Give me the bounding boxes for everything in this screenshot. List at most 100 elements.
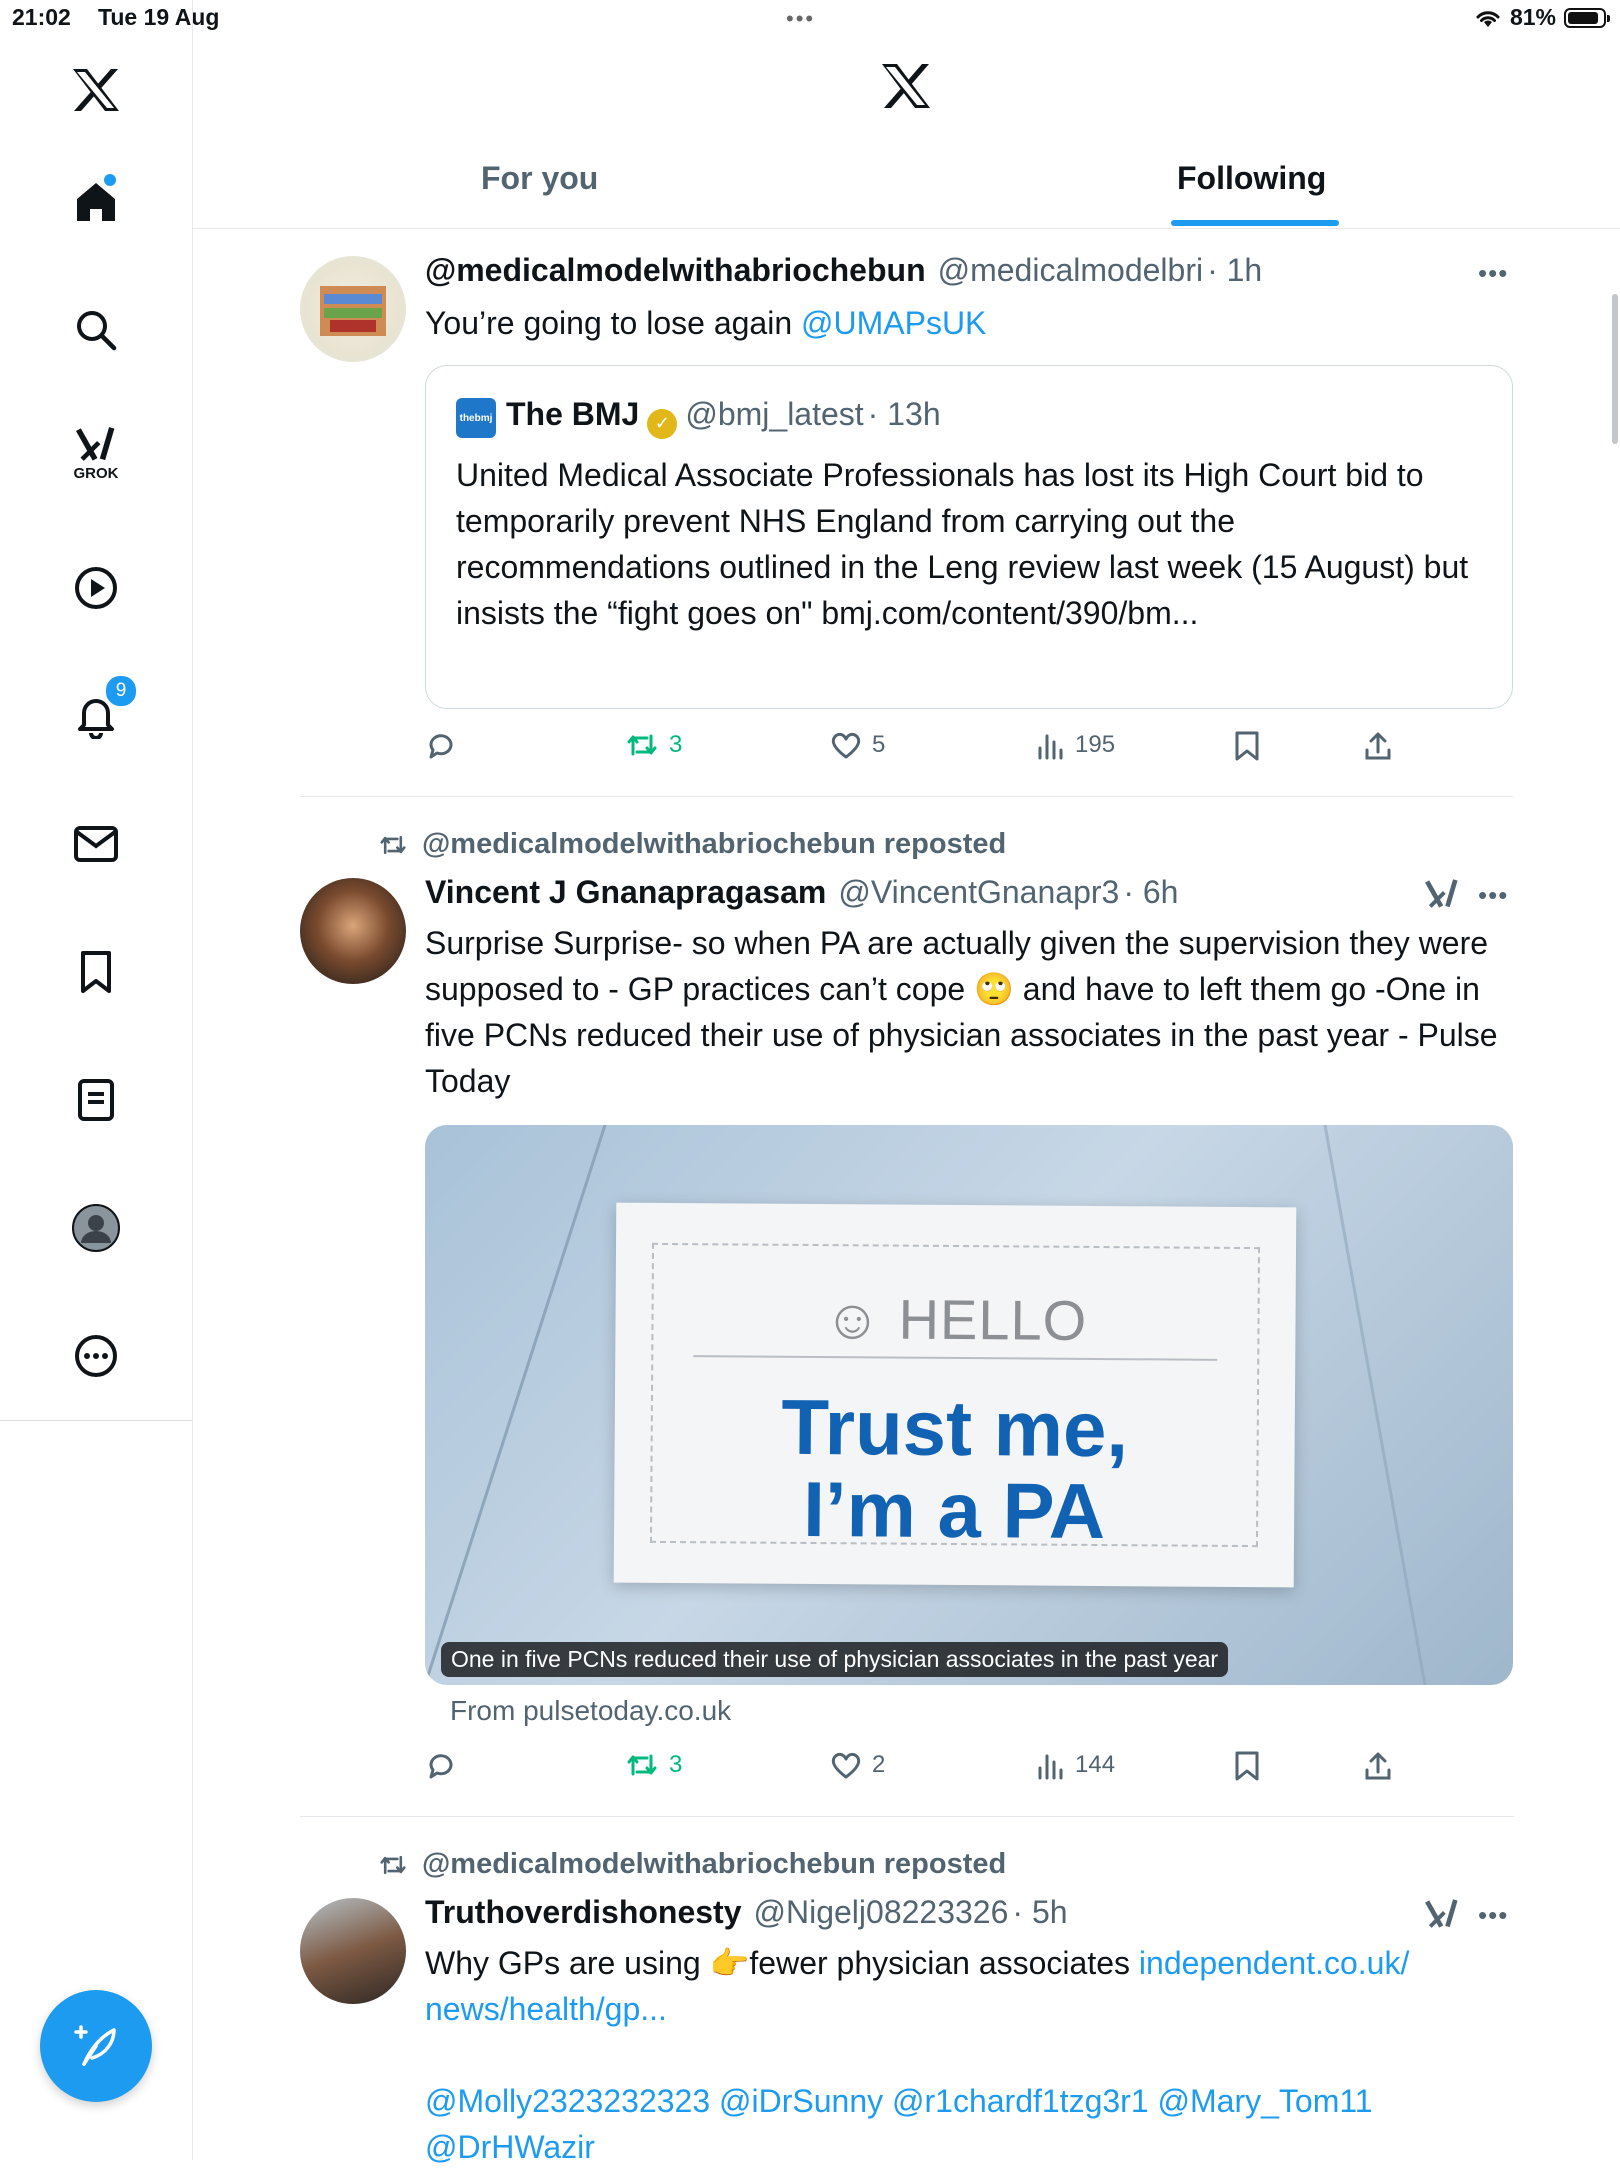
notifications-bell-icon[interactable]: 9 [68, 674, 138, 744]
post1-repost-button[interactable]: 3 [625, 730, 682, 760]
post1-text: You’re going to lose again @UMAPsUK [425, 300, 986, 346]
views-chart-icon [1038, 734, 1063, 760]
badge-hello-text: ☺ HELLO [823, 1287, 1088, 1352]
post-divider [300, 1816, 1514, 1817]
post1-text-body: You’re going to lose again [425, 305, 801, 341]
video-play-icon[interactable] [68, 560, 124, 616]
post3-link-part2[interactable]: news/health/gp... [425, 1991, 667, 2027]
messages-envelope-icon[interactable] [68, 816, 124, 872]
post1-bookmark-button[interactable] [1233, 730, 1261, 762]
home-unread-dot [104, 174, 116, 186]
repost-icon [627, 734, 657, 756]
post2-view-count: 144 [1075, 1751, 1116, 1778]
post2-avatar[interactable] [300, 878, 406, 984]
post3-time: · 5h [1012, 1894, 1068, 1930]
quote-author-handle: @bmj_latest [685, 396, 864, 432]
post1-author-handle[interactable]: @medicalmodelbri [938, 252, 1203, 289]
wifi-icon [1476, 10, 1500, 27]
bmj-logo: thebmj [456, 398, 496, 438]
heart-icon [831, 732, 861, 759]
grok-icon [76, 427, 115, 461]
grok-label: GROK [73, 465, 119, 482]
card-caption: One in five PCNs reduced their use of ph… [441, 1642, 1229, 1677]
post1-view-count: 195 [1075, 731, 1116, 758]
post2-repost-context: @medicalmodelwithabriochebun reposted [378, 828, 1006, 861]
post2-actions: 3 2 144 [425, 1750, 1425, 1790]
post2-share-button[interactable] [1363, 1750, 1393, 1782]
post2-grok-icon[interactable] [1424, 876, 1460, 917]
verified-badge-icon: ✓ [647, 408, 678, 439]
more-options-icon[interactable] [68, 1328, 124, 1384]
repost-icon [627, 1754, 657, 1776]
post1-views-button[interactable]: 195 [1035, 730, 1115, 760]
post1-actions: 3 5 195 [425, 730, 1425, 770]
post1-share-button[interactable] [1363, 730, 1393, 762]
post3-avatar[interactable] [300, 1898, 406, 2004]
post2-author-handle[interactable]: @VincentGnanapr3 [838, 874, 1119, 911]
share-icon [1365, 1752, 1391, 1780]
post2-repost-by[interactable]: @medicalmodelwithabriochebun reposted [422, 828, 1006, 861]
post2-repost-button[interactable]: 3 [625, 1750, 682, 1780]
tab-following[interactable]: Following [1177, 160, 1326, 197]
quote-time: · 13h [867, 396, 941, 432]
post1-avatar[interactable] [300, 256, 406, 362]
x-logo-icon[interactable] [68, 62, 124, 118]
active-tab-indicator [1171, 220, 1339, 226]
post2-like-button[interactable]: 2 [830, 1750, 885, 1780]
battery-percent: 81% [1509, 4, 1556, 30]
reply-icon [429, 734, 453, 759]
post1-time: · 1h [1207, 252, 1263, 288]
battery-icon [1564, 7, 1610, 28]
compose-post-button[interactable] [40, 1990, 152, 2102]
post1-reply-button[interactable] [425, 730, 467, 762]
search-icon[interactable] [68, 302, 124, 358]
post1-repost-count: 3 [669, 731, 683, 758]
multitask-dots[interactable]: ••• [786, 6, 815, 32]
post3-author-name[interactable]: Truthoverdishonesty [425, 1894, 742, 1931]
bookmarks-icon[interactable] [68, 944, 124, 1000]
post1-like-button[interactable]: 5 [830, 730, 885, 760]
sidebar: GROK 9 [0, 0, 193, 2160]
grok-nav[interactable]: GROK [68, 426, 124, 482]
post2-link-card-image[interactable]: ☺ HELLO Trust me, I’m a PA One in five PC… [425, 1125, 1513, 1685]
post1-author-name[interactable]: @medicalmodelwithabriochebun [425, 252, 926, 289]
profile-avatar-icon[interactable] [68, 1200, 124, 1256]
post2-more-icon[interactable]: ••• [1478, 880, 1508, 911]
home-icon[interactable] [68, 174, 124, 230]
post3-mentions[interactable]: @Molly2323232323 @iDrSunny @r1chardf1tzg… [425, 2083, 1373, 2119]
post3-text: Why GPs are using 👉fewer physician assoc… [425, 1940, 1515, 2170]
bookmark-icon [1235, 1751, 1259, 1781]
post2-reply-button[interactable] [425, 1750, 467, 1782]
scrollbar-thumb[interactable] [1612, 294, 1618, 444]
card-source[interactable]: From pulsetoday.co.uk [450, 1695, 731, 1727]
post3-repost-by[interactable]: @medicalmodelwithabriochebun reposted [422, 1848, 1006, 1881]
timeline-tabs: For you Following [193, 150, 1620, 229]
post3-header: Truthoverdishonesty @Nigelj08223326 · 5h [425, 1894, 1068, 1931]
notifications-badge: 9 [104, 674, 138, 708]
post3-author-handle[interactable]: @Nigelj08223326 [754, 1894, 1009, 1931]
post2-text: Surprise Surprise- so when PA are actual… [425, 925, 1498, 1099]
post3-link-part1[interactable]: independent.co.uk/ [1139, 1945, 1409, 1981]
repost-small-icon [380, 835, 406, 854]
lists-icon[interactable] [68, 1072, 124, 1128]
post2-author-name[interactable]: Vincent J Gnanapragasam [425, 874, 826, 911]
post2-like-count: 2 [872, 1751, 886, 1778]
sidebar-divider [0, 1420, 192, 1421]
post2-header: Vincent J Gnanapragasam @VincentGnanapr3… [425, 874, 1178, 911]
tab-for-you[interactable]: For you [481, 160, 598, 197]
post2-repost-count: 3 [669, 1751, 683, 1778]
post2-bookmark-button[interactable] [1233, 1750, 1261, 1782]
x-header-logo-icon[interactable] [880, 62, 932, 115]
quote-author-name: The BMJ [506, 396, 640, 432]
post3-grok-icon[interactable] [1424, 1896, 1460, 1937]
bookmark-icon [1235, 731, 1259, 761]
post3-more-icon[interactable]: ••• [1478, 1900, 1508, 1931]
post1-more-icon[interactable]: ••• [1478, 258, 1508, 289]
post2-views-button[interactable]: 144 [1035, 1750, 1115, 1780]
post1-quote-card[interactable]: thebmj The BMJ ✓ @bmj_latest · 13h Unite… [425, 365, 1513, 709]
reply-icon [429, 1754, 453, 1779]
post-divider [300, 796, 1514, 797]
repost-small-icon [380, 1855, 406, 1874]
share-icon [1365, 732, 1391, 760]
post1-mention-link[interactable]: @UMAPsUK [801, 305, 986, 341]
